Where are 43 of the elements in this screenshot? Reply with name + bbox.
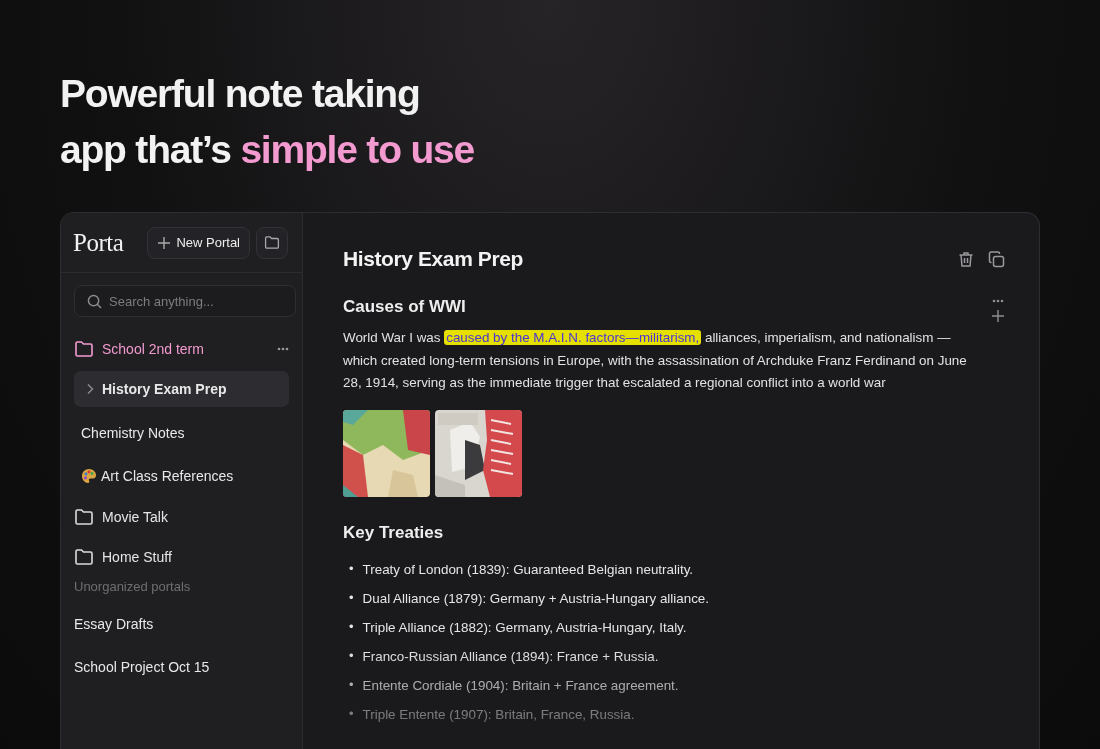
trash-icon[interactable]	[958, 250, 974, 268]
folder-item[interactable]: Movie Talk	[74, 497, 289, 537]
note-item[interactable]: History Exam Prep	[74, 371, 289, 407]
folder-icon	[264, 235, 280, 250]
list-bullet: •	[349, 619, 354, 635]
note-paragraph: World War I was caused by the M.A.I.N. factors—militarism, alliances, imperialism, and nationalism —which created long-term tensions in Europe, with the assassination of Archduke Franz Ferdinand on June 28, 1914, serving as the immediate trigger that escalated a regional conflict into a world war	[343, 329, 968, 392]
list-item: Treaty of London (1839): Guaranteed Belgian neutrality.	[362, 560, 694, 578]
folder-icon	[74, 548, 94, 566]
headline: Powerful note taking app that’s simple to use	[60, 71, 475, 173]
list-bullet: •	[349, 561, 354, 577]
chevron-icon	[86, 383, 94, 395]
section-heading: Causes of WWI	[343, 297, 467, 317]
portal-item[interactable]: Essay Drafts	[74, 602, 289, 645]
section-label: Unorganized portals	[74, 579, 192, 594]
plus-icon	[157, 235, 172, 250]
list-bullet: •	[349, 590, 354, 606]
list-bullet: •	[349, 648, 354, 664]
logo: Porta	[73, 228, 125, 257]
folder-item[interactable]: School 2nd term	[74, 327, 289, 371]
list-item: Franco-Russian Alliance (1894): France + Russia.	[362, 647, 659, 665]
note-item[interactable]: Art Class References	[74, 454, 289, 497]
add-icon[interactable]	[991, 309, 1005, 323]
search-field[interactable]: Search anything...	[74, 285, 296, 317]
folder-icon	[74, 508, 94, 526]
list-bullet: •	[349, 706, 354, 722]
portal-item[interactable]: School Project Oct 15	[74, 645, 289, 688]
search-icon	[87, 294, 102, 309]
more-icon[interactable]	[277, 347, 289, 351]
more-icon[interactable]	[992, 299, 1004, 303]
folder-icon	[74, 340, 94, 358]
note-item[interactable]: Chemistry Notes	[74, 411, 289, 454]
folder-button[interactable]	[256, 226, 288, 259]
list-item: Dual Alliance (1879): Germany + Austria-Hungary alliance.	[362, 589, 710, 607]
palette-icon	[81, 467, 97, 484]
folder-item[interactable]: Home Stuff	[74, 537, 289, 577]
note-title: History Exam Prep	[343, 247, 523, 271]
list-item: Triple Entente (1907): Britain, France, Russia.	[362, 705, 635, 723]
copy-icon[interactable]	[988, 250, 1005, 268]
list-item: Entente Cordiale (1904): Britain + France agreement.	[362, 676, 679, 694]
list-bullet: •	[349, 677, 354, 693]
new-portal-button[interactable]: New Portal	[147, 226, 250, 259]
section-heading: Key Treaties	[343, 522, 445, 543]
list-item: Triple Alliance (1882): Germany, Austria-Hungary, Italy.	[362, 618, 687, 636]
